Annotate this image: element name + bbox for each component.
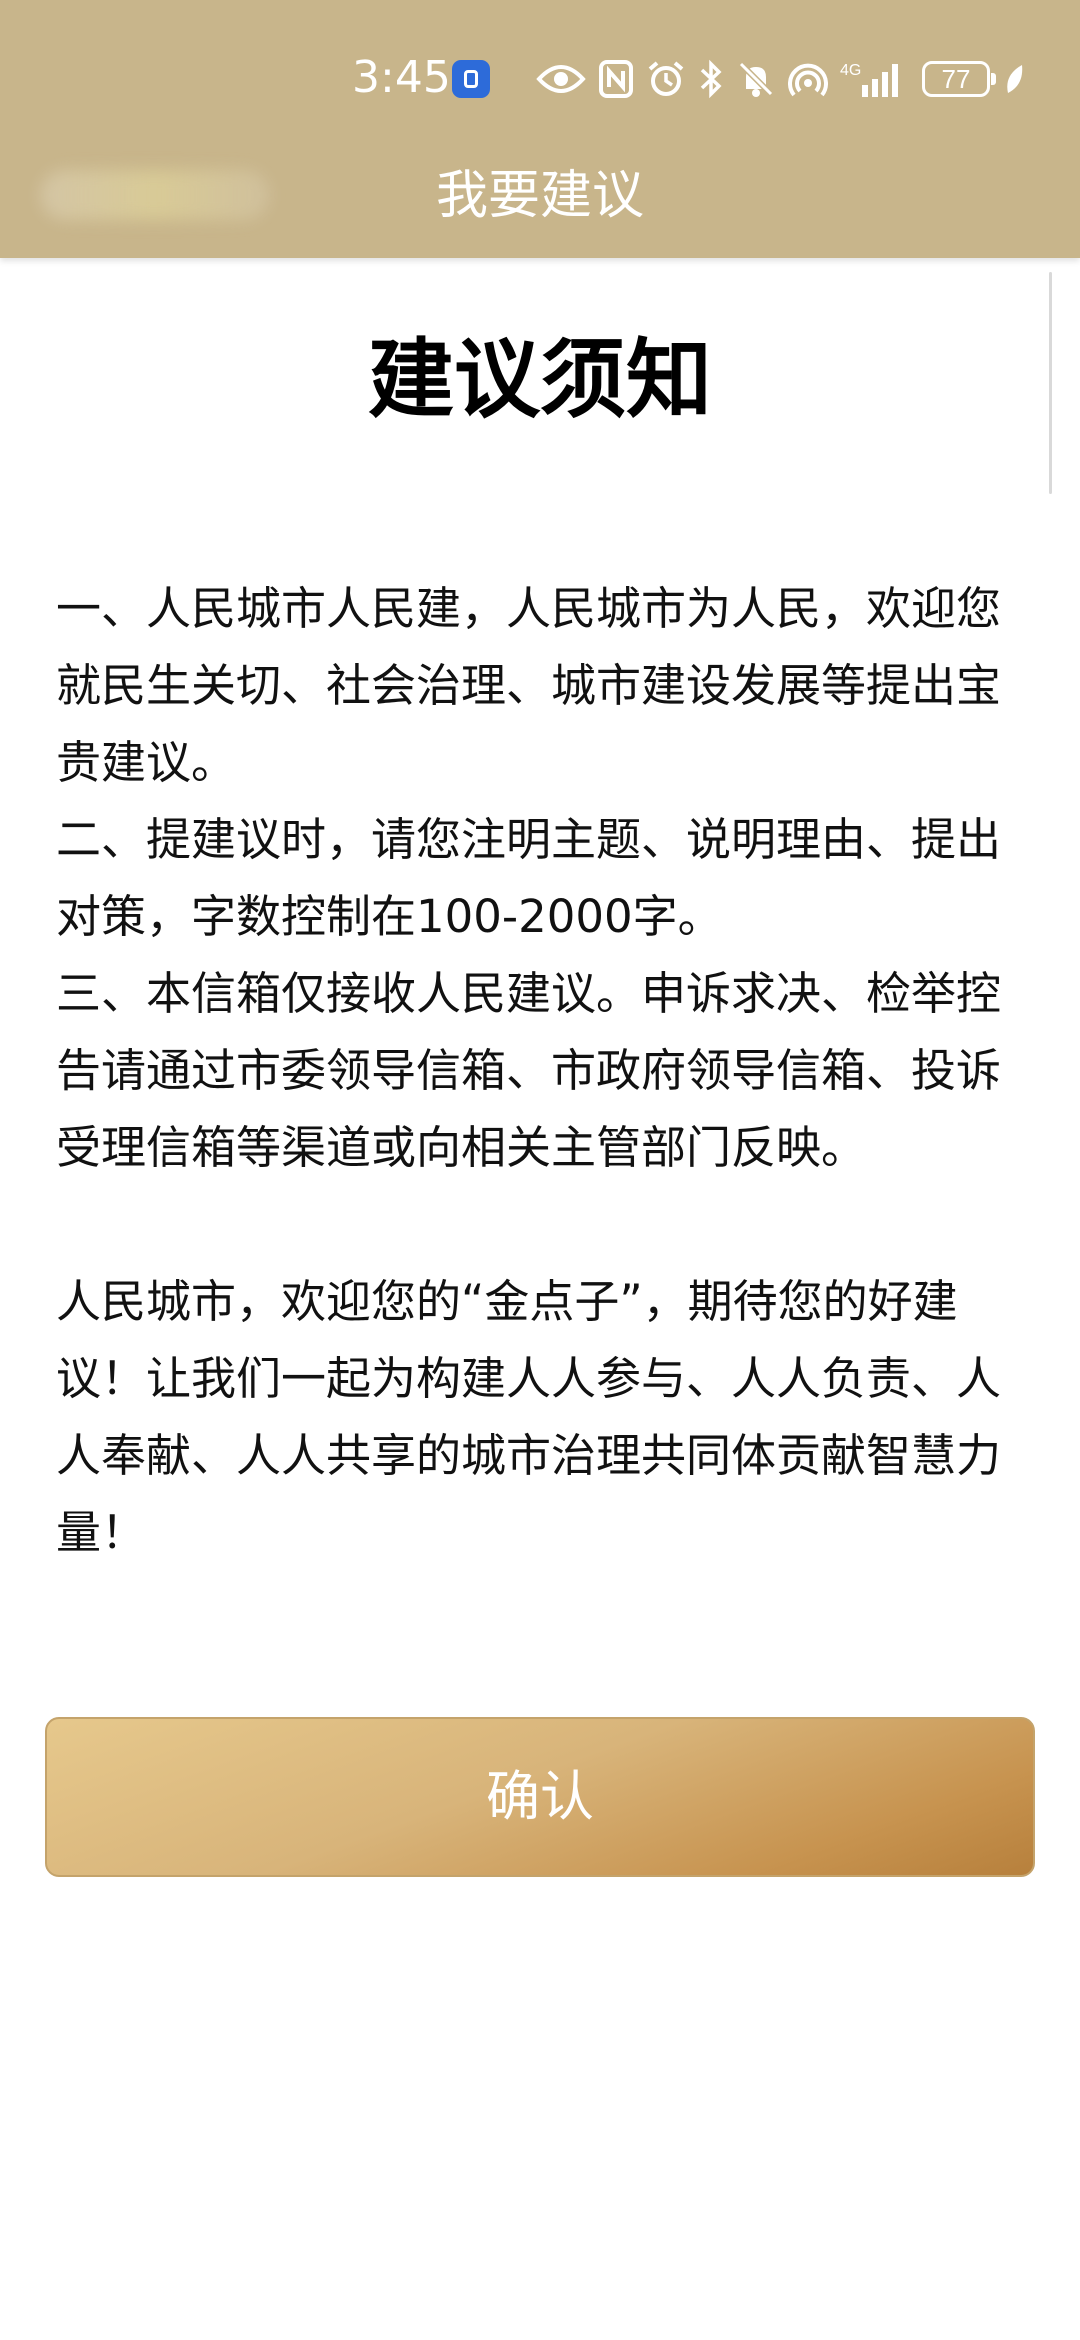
battery-icon: 77 — [922, 61, 996, 97]
app-header: 3:45 4G 77 我要建议 — [0, 0, 1080, 258]
cellular-signal-icon: 4G — [840, 62, 898, 97]
confirm-button[interactable]: 确认 — [45, 1717, 1035, 1877]
notice-paragraph-2: 二、提建议时，请您注明主题、说明理由、提出对策，字数控制在100-2000字。 — [56, 813, 1002, 943]
mute-bell-icon — [738, 61, 774, 97]
notice-closing: 人民城市，欢迎您的“金点子”，期待您的好建议！让我们一起为构建人人参与、人人负责… — [56, 1275, 1002, 1559]
bluetooth-icon — [700, 59, 722, 99]
hotspot-icon — [788, 63, 828, 97]
notice-paragraph-3: 三、本信箱仅接收人民建议。申诉求决、检举控告请通过市委领导信箱、市政府领导信箱、… — [56, 967, 1002, 1174]
alarm-icon — [648, 61, 684, 96]
status-time: 3:45 — [352, 52, 451, 103]
status-bar: 3:45 4G 77 — [0, 0, 1080, 150]
notice-content: 一、人民城市人民建，人民城市为人民，欢迎您就民生关切、社会治理、城市建设发展等提… — [56, 570, 1024, 1571]
eye-comfort-icon — [536, 65, 586, 93]
status-icons: 4G 77 — [536, 54, 1026, 104]
app-notification-icon — [452, 60, 490, 98]
nfc-icon — [599, 60, 633, 98]
svg-text:4G: 4G — [840, 62, 861, 79]
notice-paragraph-1: 一、人民城市人民建，人民城市为人民，欢迎您就民生关切、社会治理、城市建设发展等提… — [56, 582, 1002, 789]
power-saving-leaf-icon — [1007, 65, 1023, 93]
notice-heading: 建议须知 — [368, 330, 712, 430]
page-title: 我要建议 — [435, 166, 644, 226]
